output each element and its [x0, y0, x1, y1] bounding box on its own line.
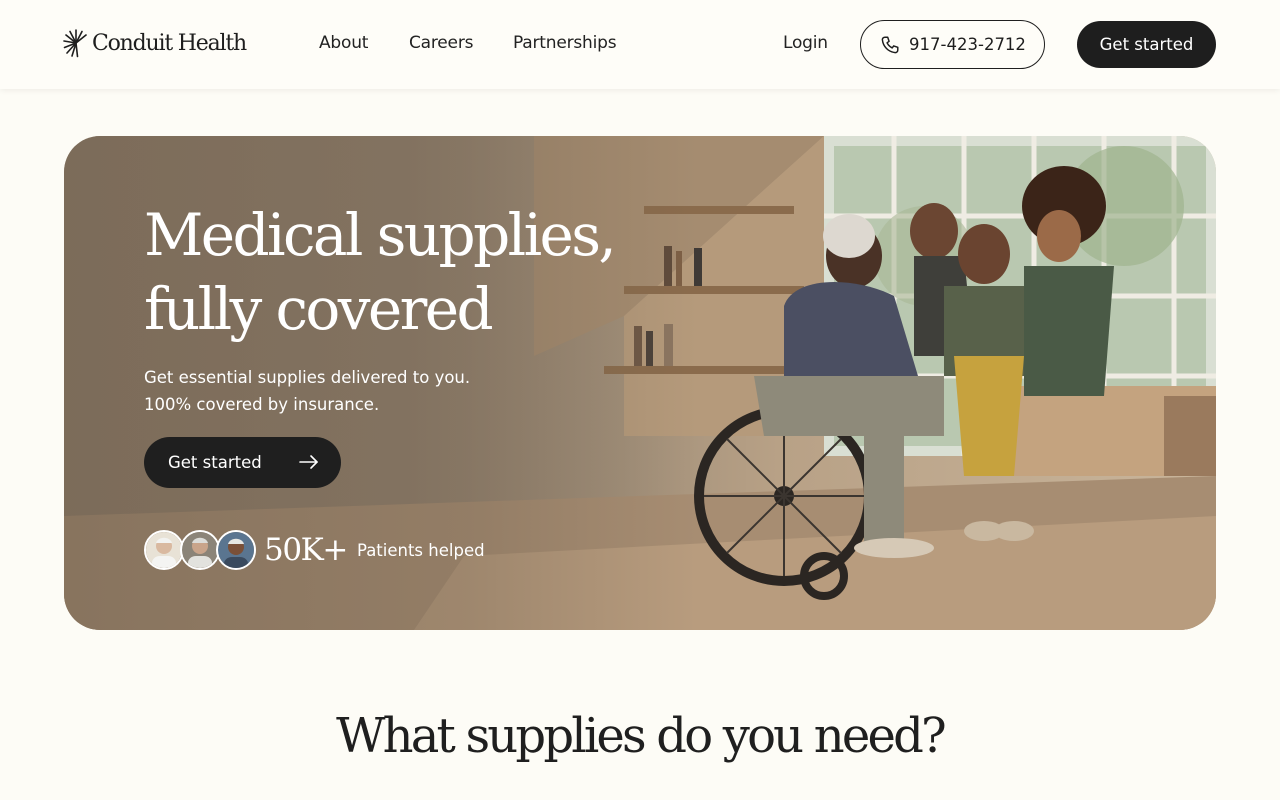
hero-subtitle: Get essential supplies delivered to you.…: [144, 364, 524, 418]
hero-get-started-label: Get started: [168, 453, 262, 472]
social-proof: 50K+ Patients helped: [144, 529, 485, 571]
hero-subtitle-line2: 100% covered by insurance.: [144, 395, 380, 414]
hero-title-line1: Medical supplies,: [144, 201, 617, 269]
phone-icon: [881, 35, 899, 53]
brand-logo[interactable]: Conduit Health: [63, 27, 247, 59]
supplies-section-title: What supplies do you need?: [336, 708, 947, 764]
hero-subtitle-line1: Get essential supplies delivered to you.: [144, 368, 471, 387]
nav-about-link[interactable]: About: [319, 33, 368, 53]
patient-avatar: [216, 530, 256, 570]
brand-name: Conduit Health: [92, 30, 247, 56]
hero-title-line2: fully covered: [144, 275, 494, 343]
nav-careers-link[interactable]: Careers: [409, 33, 473, 53]
patients-stat-value: 50K+: [264, 532, 348, 568]
arrow-right-icon: [299, 455, 318, 469]
phone-number: 917-423-2712: [909, 35, 1026, 54]
patient-avatar: [180, 530, 220, 570]
login-link[interactable]: Login: [783, 33, 828, 53]
nav-partnerships-link[interactable]: Partnerships: [513, 33, 617, 53]
phone-button[interactable]: 917-423-2712: [860, 20, 1045, 69]
hero-get-started-button[interactable]: Get started: [144, 437, 341, 488]
sunburst-logo-icon: [63, 29, 87, 58]
patient-avatar: [144, 530, 184, 570]
patients-stat-label: Patients helped: [356, 540, 485, 560]
hero-banner: Medical supplies, fully covered Get esse…: [64, 136, 1216, 630]
site-header: Conduit Health About Careers Partnership…: [0, 0, 1280, 89]
hero-title: Medical supplies, fully covered: [144, 198, 664, 346]
header-get-started-button[interactable]: Get started: [1077, 21, 1216, 68]
